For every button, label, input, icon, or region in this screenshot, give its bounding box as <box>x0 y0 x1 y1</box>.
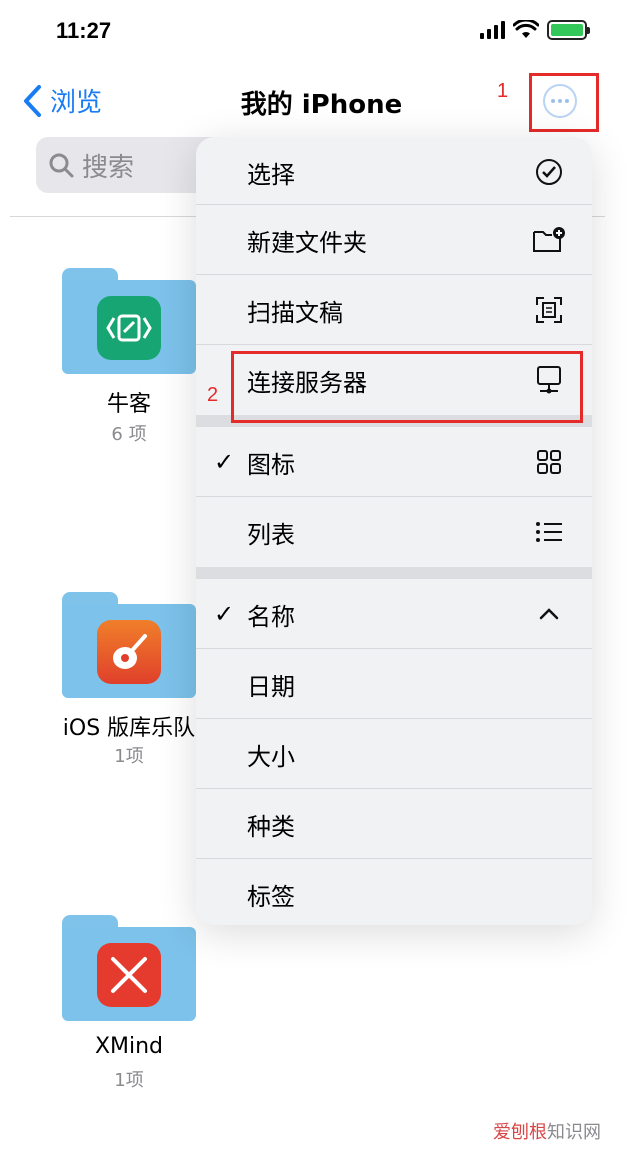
menu-item-new-folder[interactable]: 新建文件夹 <box>196 205 592 275</box>
scan-icon <box>532 293 566 327</box>
menu-item-sort-tags[interactable]: 标签 <box>196 859 592 925</box>
menu-item-label: 日期 <box>247 672 295 701</box>
search-icon <box>49 153 74 178</box>
annotation-step-2: 2 <box>207 384 219 406</box>
garageband-app-icon <box>97 620 161 684</box>
folder-garageband[interactable] <box>62 592 196 698</box>
more-options-menu: 选择 新建文件夹 扫描文稿 连接服务器 ✓ 图标 列表 ✓ 名称 日期 大小 种… <box>196 137 592 925</box>
menu-item-label: 名称 <box>247 602 295 631</box>
menu-item-label: 选择 <box>247 160 295 189</box>
status-icons <box>480 20 590 40</box>
watermark-brand: 爱刨根 <box>493 1122 547 1143</box>
xmind-app-icon <box>97 943 161 1007</box>
checkmark-circle-icon <box>532 155 566 189</box>
folder-name: XMind <box>94 1034 164 1059</box>
search-placeholder: 搜索 <box>82 152 135 183</box>
folder-plus-icon <box>532 223 566 257</box>
watermark: 爱刨根知识网 <box>493 1118 601 1144</box>
annotation-step-1: 1 <box>497 80 509 102</box>
niuke-app-icon <box>97 296 161 360</box>
wifi-icon <box>513 20 539 38</box>
menu-item-view-list[interactable]: 列表 <box>196 497 592 567</box>
menu-item-view-icons[interactable]: ✓ 图标 <box>196 427 592 497</box>
list-icon <box>532 515 566 549</box>
watermark-site: 知识网 <box>547 1122 601 1143</box>
folder-xmind[interactable] <box>62 915 196 1021</box>
battery-charging-icon <box>547 20 590 40</box>
menu-item-label: 标签 <box>247 882 295 911</box>
menu-item-select[interactable]: 选择 <box>196 137 592 207</box>
menu-item-label: 种类 <box>247 812 295 841</box>
more-options-button[interactable] <box>543 84 577 118</box>
cellular-signal-icon <box>480 21 505 39</box>
folder-niuke[interactable] <box>62 268 196 374</box>
menu-item-sort-kind[interactable]: 种类 <box>196 789 592 859</box>
annotation-highlight-connect-server <box>231 351 583 423</box>
chevron-up-icon <box>532 597 566 631</box>
menu-item-scan-documents[interactable]: 扫描文稿 <box>196 275 592 345</box>
menu-item-label: 图标 <box>247 450 295 479</box>
folder-count: 1项 <box>114 1070 144 1091</box>
menu-item-sort-name[interactable]: ✓ 名称 <box>196 579 592 649</box>
menu-item-label: 新建文件夹 <box>247 228 367 257</box>
menu-item-sort-size[interactable]: 大小 <box>196 719 592 789</box>
checkmark-icon: ✓ <box>214 600 235 628</box>
status-time: 11:27 <box>56 18 112 43</box>
menu-item-label: 列表 <box>247 520 295 549</box>
grid-icon <box>532 445 566 479</box>
menu-item-label: 大小 <box>247 742 295 771</box>
menu-item-label: 扫描文稿 <box>247 298 343 327</box>
menu-item-sort-date[interactable]: 日期 <box>196 649 592 719</box>
checkmark-icon: ✓ <box>214 448 235 476</box>
